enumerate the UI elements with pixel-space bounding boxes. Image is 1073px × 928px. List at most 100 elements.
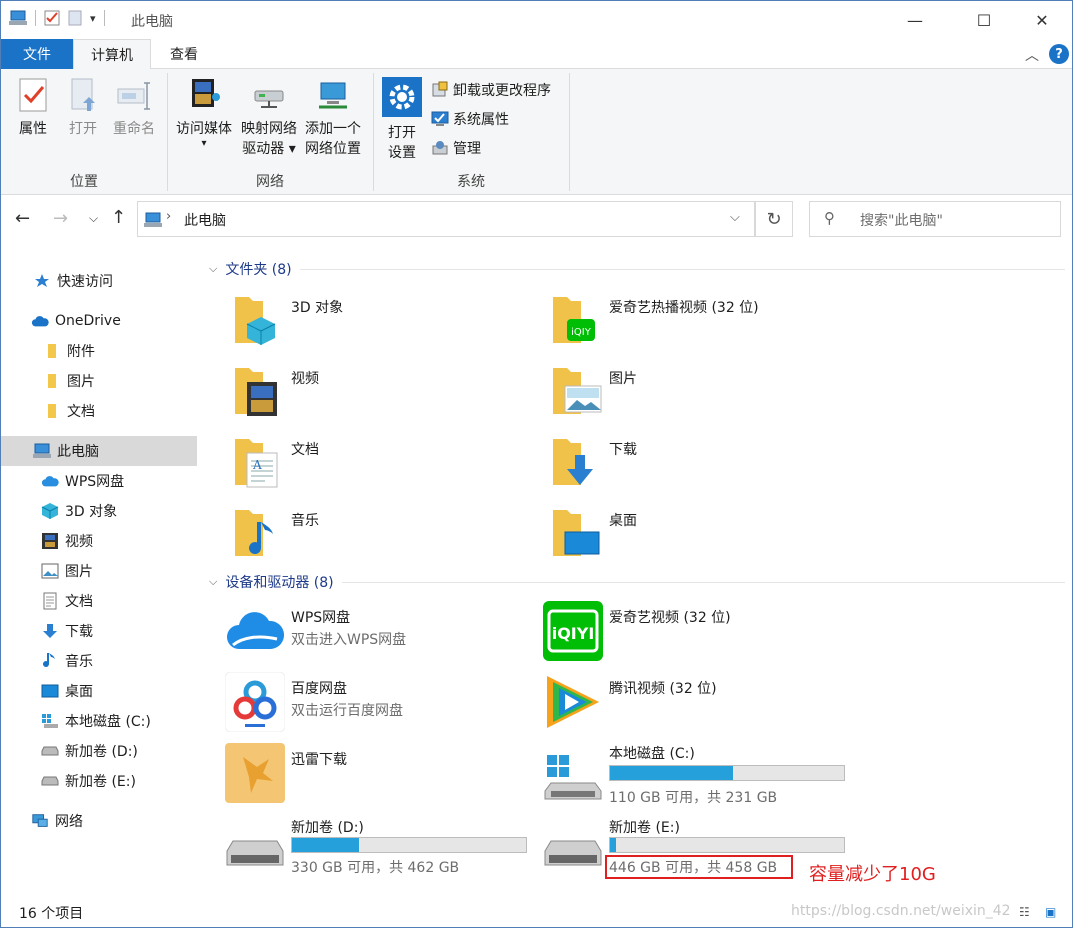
quick-access-toolbar: ▾ [9, 10, 105, 26]
folder-documents[interactable]: A 文档 [231, 433, 531, 499]
uninstall-program-button[interactable]: 卸载或更改程序 [431, 77, 551, 103]
maximize-button[interactable]: ☐ [961, 1, 1007, 39]
status-bar: 16 个项目 https://blog.csdn.net/weixin_42 ☷… [1, 897, 1072, 927]
title-bar: ▾ 此电脑 — ☐ ✕ [1, 1, 1072, 39]
rename-icon [117, 82, 150, 110]
breadcrumb-this-pc[interactable]: 此电脑 [184, 210, 226, 230]
device-subtitle: 110 GB 可用，共 231 GB [609, 790, 778, 806]
search-box[interactable]: ⚲ 搜索"此电脑" [809, 201, 1061, 237]
breadcrumb-chevron-icon[interactable]: › [166, 209, 171, 224]
minimize-button[interactable]: — [892, 1, 938, 39]
nav-network[interactable]: 网络 [1, 806, 197, 836]
details-view-icon[interactable]: ☷ [1019, 905, 1030, 919]
nav-label: 附件 [67, 344, 95, 360]
device-iqiyi[interactable]: iQIYI 爱奇艺视频 (32 位) [543, 601, 843, 667]
nav-desktop[interactable]: 桌面 [1, 676, 197, 706]
open-button[interactable]: 打开 [63, 77, 103, 139]
folder-download-icon [553, 439, 593, 485]
folder-pictures[interactable]: 图片 [549, 362, 849, 428]
close-button[interactable]: ✕ [1019, 1, 1065, 39]
disk-usage-bar [291, 837, 527, 853]
tab-view[interactable]: 查看 [151, 39, 217, 69]
tab-computer[interactable]: 计算机 [73, 39, 151, 70]
nav-quick-access[interactable]: 快速访问 [1, 266, 197, 296]
folders-section-header[interactable]: ⌵ 文件夹 (8) [209, 259, 1065, 279]
nav-wps-cloud[interactable]: WPS网盘 [1, 466, 197, 496]
nav-volume-e[interactable]: 新加卷 (E:) [1, 766, 197, 796]
device-wps-cloud[interactable]: WPS网盘 双击进入WPS网盘 [225, 601, 525, 667]
map-network-drive-button[interactable]: 映射网络 驱动器 ▾ [237, 77, 301, 159]
device-tencent-video[interactable]: 腾讯视频 (32 位) [543, 672, 843, 738]
folder-icon [43, 342, 61, 360]
help-icon[interactable]: ? [1049, 44, 1069, 64]
address-dropdown-chevron-icon[interactable]: ⌵ [730, 210, 740, 225]
devices-section-header[interactable]: ⌵ 设备和驱动器 (8) [209, 572, 1065, 592]
nav-3d-objects[interactable]: 3D 对象 [1, 496, 197, 526]
nav-pictures[interactable]: 图片 [1, 556, 197, 586]
picture-icon [41, 562, 59, 580]
address-bar[interactable]: › 此电脑 ⌵ [137, 201, 755, 237]
device-baidu-netdisk[interactable]: 百度网盘 双击运行百度网盘 [225, 672, 525, 738]
nav-documents[interactable]: 文档 [1, 586, 197, 616]
recent-locations-chevron-icon[interactable]: ⌵ [89, 211, 98, 226]
new-folder-icon[interactable] [68, 10, 82, 26]
section-divider [299, 268, 1065, 270]
nav-onedrive-documents[interactable]: 文档 [1, 396, 197, 426]
device-xunlei[interactable]: 迅雷下载 [225, 743, 525, 809]
wps-cloud-icon [227, 612, 285, 649]
nav-onedrive-pictures[interactable]: 图片 [1, 366, 197, 396]
refresh-button[interactable]: ↻ [755, 201, 793, 237]
nav-onedrive-attachments[interactable]: 附件 [1, 336, 197, 366]
collapse-ribbon-chevron-icon[interactable]: ︿ [1025, 45, 1039, 65]
tab-file[interactable]: 文件 [1, 39, 73, 69]
access-media-dropdown-icon: ▾ [201, 138, 207, 149]
nav-label: 文档 [67, 404, 95, 420]
access-media-button[interactable]: 访问媒体 ▾ [173, 77, 235, 149]
drive-icon [41, 742, 59, 760]
iqiyi-icon: iQIYI [543, 601, 603, 661]
folder-videos[interactable]: 视频 [231, 362, 531, 428]
open-settings-line1: 打开 [388, 125, 416, 141]
device-local-disk-c[interactable]: 本地磁盘 (C:) 110 GB 可用，共 231 GB [543, 743, 863, 809]
nav-label: 新加卷 (E:) [65, 774, 136, 790]
folder-desktop[interactable]: 桌面 [549, 504, 849, 570]
nav-label: 下载 [65, 624, 93, 640]
nav-volume-d[interactable]: 新加卷 (D:) [1, 736, 197, 766]
customize-toolbar-chevron-icon[interactable]: ▾ [90, 12, 96, 25]
nav-local-disk-c[interactable]: 本地磁盘 (C:) [1, 706, 197, 736]
nav-label: 本地磁盘 (C:) [65, 714, 151, 730]
add-network-location-button[interactable]: 添加一个 网络位置 [301, 77, 365, 159]
back-arrow-icon[interactable]: ← [15, 208, 30, 229]
folder-iqiyi-hot[interactable]: iQIY 爱奇艺热播视频 (32 位) [549, 291, 849, 357]
nav-onedrive[interactable]: OneDrive [1, 306, 197, 336]
system-properties-icon [431, 111, 449, 126]
open-label: 打开 [69, 121, 97, 137]
folder-music-icon [235, 510, 273, 556]
nav-music[interactable]: 音乐 [1, 646, 197, 676]
open-settings-button[interactable]: 打开 设置 [381, 77, 423, 163]
folder-document-icon: A [235, 439, 278, 488]
folder-name: 文档 [291, 442, 319, 458]
forward-arrow-icon[interactable]: → [53, 208, 68, 229]
svg-text:iQIY: iQIY [571, 327, 592, 338]
nav-label: 此电脑 [57, 444, 99, 460]
nav-downloads[interactable]: 下载 [1, 616, 197, 646]
manage-button[interactable]: 管理 [431, 135, 481, 161]
folder-3d-objects[interactable]: 3D 对象 [231, 291, 531, 357]
system-group-label: 系统 [457, 174, 485, 190]
folder-downloads[interactable]: 下载 [549, 433, 849, 499]
properties-button[interactable]: 属性 [13, 77, 53, 139]
settings-gear-icon [382, 77, 422, 117]
nav-this-pc[interactable]: 此电脑 [1, 436, 197, 466]
folder-music[interactable]: 音乐 [231, 504, 531, 570]
system-properties-button[interactable]: 系统属性 [431, 106, 509, 132]
folder-name: 3D 对象 [291, 300, 344, 316]
up-arrow-icon[interactable]: ↑ [111, 207, 126, 228]
nav-videos[interactable]: 视频 [1, 526, 197, 556]
device-volume-d[interactable]: 新加卷 (D:) 330 GB 可用，共 462 GB [225, 815, 545, 881]
large-icons-view-icon[interactable]: ▣ [1045, 905, 1056, 919]
system-properties-label: 系统属性 [453, 112, 509, 128]
drive-c-icon [544, 755, 602, 800]
rename-button[interactable]: 重命名 [109, 77, 159, 139]
properties-check-icon[interactable] [44, 10, 60, 26]
